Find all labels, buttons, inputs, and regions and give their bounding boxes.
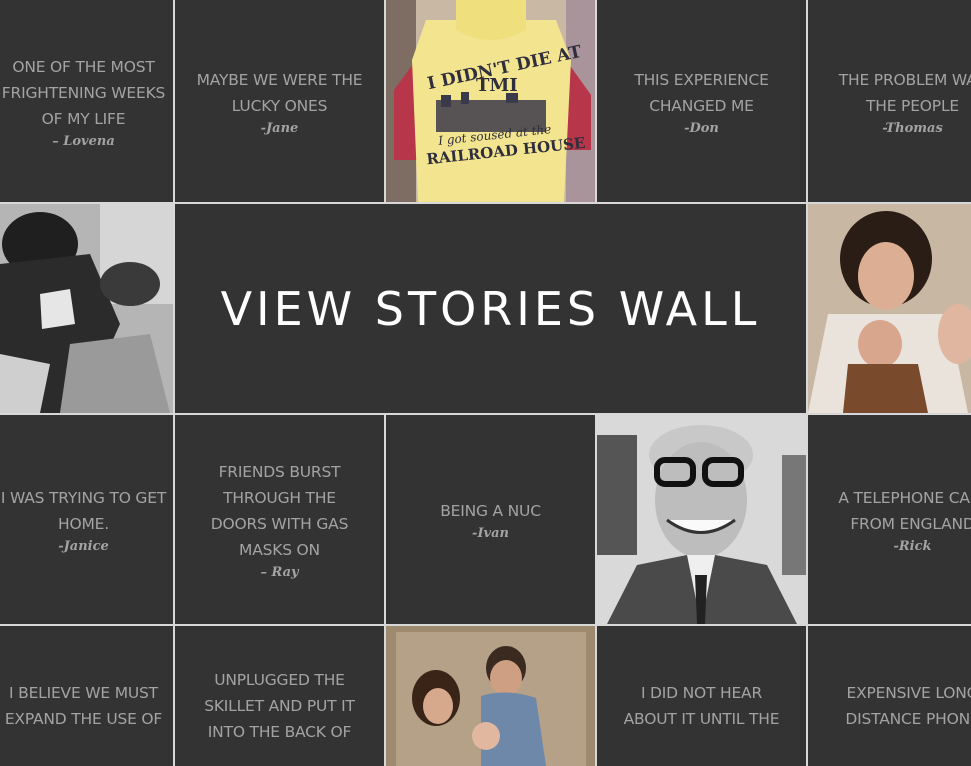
- story-tile[interactable]: BEING A NUC -Ivan: [386, 415, 595, 624]
- story-tile[interactable]: I DID NOT HEAR ABOUT IT UNTIL THE: [597, 626, 806, 766]
- story-quote: I DID NOT HEAR: [641, 680, 762, 706]
- story-quote: OF MY LIFE: [42, 106, 126, 132]
- story-quote: FRIENDS BURST: [219, 459, 341, 485]
- story-tile[interactable]: I BELIEVE WE MUST EXPAND THE USE OF: [0, 626, 173, 766]
- story-author: -Thomas: [882, 121, 943, 136]
- story-quote: THIS EXPERIENCE: [634, 67, 768, 93]
- tshirt-photo: [386, 0, 595, 202]
- story-author: -Jane: [261, 121, 299, 136]
- story-tile[interactable]: UNPLUGGED THE SKILLET AND PUT IT INTO TH…: [175, 626, 384, 766]
- story-quote: A TELEPHONE CALL: [838, 485, 971, 511]
- story-author: -Rick: [893, 539, 931, 554]
- story-quote: INTO THE BACK OF: [208, 719, 351, 745]
- story-quote: MASKS ON: [239, 537, 320, 563]
- man-portrait-photo: [597, 415, 806, 624]
- story-quote: ABOUT IT UNTIL THE: [624, 706, 780, 732]
- couple-baby-photo: [386, 626, 595, 766]
- story-quote: FROM ENGLAND: [850, 511, 971, 537]
- story-quote: FRIGHTENING WEEKS: [2, 80, 165, 106]
- story-quote: MAYBE WE WERE THE: [197, 67, 363, 93]
- photo-tile-portrait[interactable]: [597, 415, 806, 624]
- mother-child-photo: [808, 204, 971, 413]
- story-tile[interactable]: MAYBE WE WERE THE LUCKY ONES -Jane: [175, 0, 384, 202]
- story-author: – Ray: [260, 565, 298, 580]
- story-quote: UNPLUGGED THE: [214, 667, 345, 693]
- story-tile[interactable]: THE PROBLEM WAS THE PEOPLE -Thomas: [808, 0, 971, 202]
- story-quote: CHANGED ME: [649, 93, 754, 119]
- view-stories-wall-link[interactable]: VIEW STORIES WALL: [175, 204, 806, 413]
- story-quote: DISTANCE PHONE: [845, 706, 971, 732]
- story-tile[interactable]: ONE OF THE MOST FRIGHTENING WEEKS OF MY …: [0, 0, 173, 202]
- story-author: -Ivan: [472, 526, 509, 541]
- story-tile[interactable]: THIS EXPERIENCE CHANGED ME -Don: [597, 0, 806, 202]
- story-author: -Don: [684, 121, 719, 136]
- story-tile[interactable]: I WAS TRYING TO GET HOME. -Janice: [0, 415, 173, 624]
- story-quote: EXPAND THE USE OF: [5, 706, 162, 732]
- story-tile[interactable]: EXPENSIVE LONG DISTANCE PHONE: [808, 626, 971, 766]
- story-tile[interactable]: FRIENDS BURST THROUGH THE DOORS WITH GAS…: [175, 415, 384, 624]
- tshirt-line2: TMI: [476, 75, 518, 96]
- story-author: -Janice: [58, 539, 109, 554]
- story-tile[interactable]: A TELEPHONE CALL FROM ENGLAND -Rick: [808, 415, 971, 624]
- story-quote: HOME.: [58, 511, 109, 537]
- story-quote: I BELIEVE WE MUST: [9, 680, 158, 706]
- story-quote: EXPENSIVE LONG: [847, 680, 971, 706]
- story-author: – Lovena: [52, 134, 115, 149]
- story-quote: I WAS TRYING TO GET: [1, 485, 166, 511]
- football-photo: [0, 204, 173, 413]
- photo-tile-couple[interactable]: [386, 626, 595, 766]
- story-quote: BEING A NUC: [440, 498, 541, 524]
- story-quote: LUCKY ONES: [232, 93, 327, 119]
- photo-tile-football[interactable]: [0, 204, 173, 413]
- story-quote: THE PROBLEM WAS: [839, 67, 971, 93]
- photo-tile-tshirt[interactable]: I DIDN'T DIE AT TMI I got soused at the …: [386, 0, 595, 202]
- story-quote: SKILLET AND PUT IT: [204, 693, 355, 719]
- photo-tile-family[interactable]: [808, 204, 971, 413]
- story-quote: THE PEOPLE: [866, 93, 959, 119]
- story-quote: DOORS WITH GAS: [211, 511, 348, 537]
- view-stories-wall-title: VIEW STORIES WALL: [221, 282, 761, 336]
- story-quote: ONE OF THE MOST: [12, 54, 154, 80]
- story-quote: THROUGH THE: [223, 485, 336, 511]
